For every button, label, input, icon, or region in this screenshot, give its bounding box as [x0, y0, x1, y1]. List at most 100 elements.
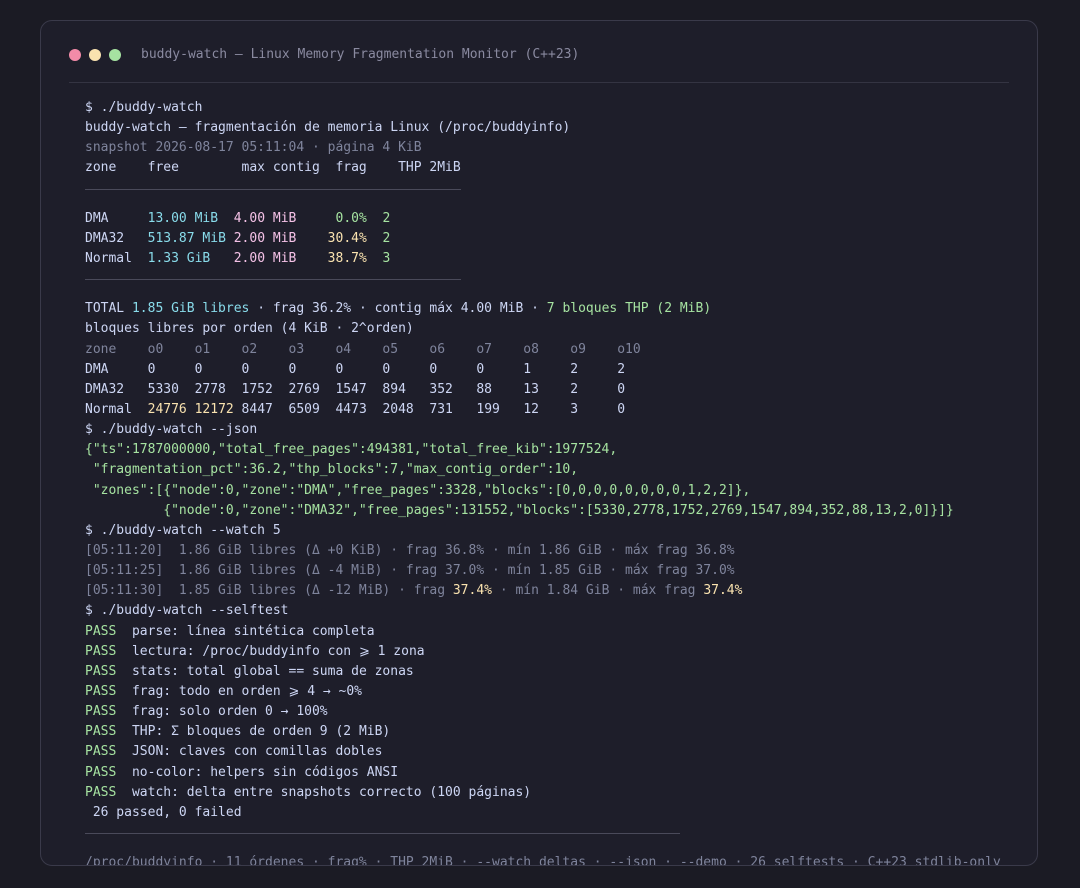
terminal-text: watch: delta entre snapshots correcto (1…: [116, 784, 532, 800]
terminal-text: $ ./buddy-watch --watch 5: [85, 522, 281, 538]
terminal-line: {"node":0,"zone":"DMA32","free_pages":13…: [85, 501, 1015, 521]
terminal-line: DMA 13.00 MiB 4.00 MiB 0.0% 2: [85, 209, 1015, 229]
terminal-line: Normal 24776 12172 8447 6509 4473 2048 7…: [85, 400, 1015, 420]
terminal-line: $ ./buddy-watch --json: [85, 420, 1015, 440]
terminal-text: JSON: claves con comillas dobles: [116, 744, 383, 760]
terminal-text: 2: [366, 210, 391, 226]
terminal-text: Normal: [85, 250, 148, 266]
terminal-line: "zones":[{"node":0,"zone":"DMA","free_pa…: [85, 481, 1015, 501]
terminal-text: {"node":0,"zone":"DMA32","free_pages":13…: [85, 502, 954, 518]
window-title: buddy-watch — Linux Memory Fragmentation…: [141, 47, 580, 62]
terminal-text: DMA: [85, 210, 148, 226]
terminal-text: "fragmentation_pct":36.2,"thp_blocks":7,…: [85, 462, 579, 478]
terminal-line: {"ts":1787000000,"total_free_pages":4943…: [85, 440, 1015, 460]
terminal-line: DMA 0 0 0 0 0 0 0 0 1 2 2: [85, 360, 1015, 380]
terminal-line: TOTAL 1.85 GiB libres · frag 36.2% · con…: [85, 299, 1015, 319]
terminal-text: stats: total global == suma de zonas: [116, 663, 414, 679]
terminal-text: TOTAL: [85, 301, 132, 317]
terminal-line: zone o0 o1 o2 o3 o4 o5 o6 o7 o8 o9 o10: [85, 340, 1015, 360]
terminal-text: [05:11:30] 1.85 GiB libres (Δ -12 MiB) ·…: [85, 583, 453, 599]
terminal-text: frag: solo orden 0 → 100%: [116, 704, 328, 720]
terminal-text: 13.00 MiB: [147, 210, 219, 226]
terminal-line: /proc/buddyinfo · 11 órdenes · frag% · T…: [85, 853, 1015, 866]
terminal-text: 38.7%: [327, 250, 367, 266]
separator-rule: [85, 279, 1015, 299]
terminal-text: PASS: [85, 704, 117, 720]
terminal-text: zone free max contig frag THP 2MiB: [85, 160, 461, 176]
terminal-line: Normal 1.33 GiB 2.00 MiB 38.7% 3: [85, 249, 1015, 269]
terminal-text: · mín 1.84 GiB · máx frag: [492, 583, 704, 599]
terminal-text: zone o0 o1 o2 o3 o4 o5 o6 o7 o8 o9 o10: [85, 341, 641, 357]
terminal-text: 2: [366, 230, 391, 246]
terminal-text: PASS: [85, 683, 117, 699]
terminal-text: PASS: [85, 643, 117, 659]
terminal-line: $ ./buddy-watch --selftest: [85, 601, 1015, 621]
terminal-text: 12172: [194, 401, 234, 417]
terminal-text: "zones":[{"node":0,"zone":"DMA","free_pa…: [85, 482, 751, 498]
divider: [85, 279, 461, 281]
terminal-text: PASS: [85, 663, 117, 679]
terminal-line: PASS stats: total global == suma de zona…: [85, 662, 1015, 682]
terminal-line: PASS lectura: /proc/buddyinfo con ⩾ 1 zo…: [85, 642, 1015, 662]
terminal-text: 37.4%: [703, 583, 743, 599]
terminal-line: PASS THP: Σ bloques de orden 9 (2 MiB): [85, 722, 1015, 742]
terminal-line: DMA32 513.87 MiB 2.00 MiB 30.4% 2: [85, 229, 1015, 249]
terminal-text: PASS: [85, 623, 117, 639]
terminal-line: 26 passed, 0 failed: [85, 803, 1015, 823]
terminal-line: PASS watch: delta entre snapshots correc…: [85, 783, 1015, 803]
terminal-text: $ ./buddy-watch --json: [85, 422, 258, 438]
terminal-text: [05:11:25] 1.86 GiB libres (Δ -4 MiB) · …: [85, 563, 735, 579]
terminal-text: DMA32: [85, 230, 148, 246]
separator-rule: [85, 832, 1015, 853]
terminal-text: 1.33 GiB: [147, 250, 211, 266]
separator-rule: [85, 188, 1015, 209]
terminal-text: 0.0%: [335, 210, 367, 226]
terminal-text: bloques libres por orden (4 KiB · 2^orde…: [85, 321, 414, 337]
terminal-text: buddy-watch — fragmentación de memoria L…: [85, 120, 571, 136]
terminal-line: zone free max contig frag THP 2MiB: [85, 158, 1015, 178]
terminal-text: 2.00 MiB: [233, 230, 297, 246]
maximize-button[interactable]: [109, 49, 121, 61]
terminal-line: DMA32 5330 2778 1752 2769 1547 894 352 8…: [85, 380, 1015, 400]
terminal-window: buddy-watch — Linux Memory Fragmentation…: [40, 20, 1038, 866]
terminal-text: parse: línea sintética completa: [116, 623, 375, 639]
terminal-text: [05:11:20] 1.86 GiB libres (Δ +0 KiB) · …: [85, 542, 735, 558]
terminal-line: $ ./buddy-watch --watch 5: [85, 521, 1015, 541]
terminal-line: [05:11:20] 1.86 GiB libres (Δ +0 KiB) · …: [85, 541, 1015, 561]
terminal-text: lectura: /proc/buddyinfo con ⩾ 1 zona: [116, 643, 425, 659]
divider: [85, 832, 680, 834]
terminal-text: {"ts":1787000000,"total_free_pages":4943…: [85, 442, 618, 458]
terminal-text: frag: todo en orden ⩾ 4 → ~0%: [116, 683, 363, 699]
terminal-text: THP: Σ bloques de orden 9 (2 MiB): [116, 724, 391, 740]
close-button[interactable]: [69, 49, 81, 61]
terminal-text: 37.4%: [452, 583, 492, 599]
terminal-text: 1.85 GiB libres: [131, 301, 250, 317]
terminal-text: DMA32 5330 2778 1752 2769 1547 894 352 8…: [85, 381, 626, 397]
terminal-text: /proc/buddyinfo · 11 órdenes · frag% · T…: [85, 855, 1001, 866]
terminal-line: PASS frag: solo orden 0 → 100%: [85, 702, 1015, 722]
terminal-text: 4.00 MiB: [233, 210, 297, 226]
terminal-text: PASS: [85, 784, 117, 800]
terminal-line: [05:11:25] 1.86 GiB libres (Δ -4 MiB) · …: [85, 561, 1015, 581]
terminal-text: · frag 36.2% · contig máx 4.00 MiB ·: [249, 301, 547, 317]
title-bar: buddy-watch — Linux Memory Fragmentation…: [69, 21, 1009, 83]
terminal-line: $ ./buddy-watch: [85, 98, 1015, 118]
terminal-text: 513.87 MiB: [147, 230, 226, 246]
terminal-line: snapshot 2026-08-17 05:11:04 · página 4 …: [85, 138, 1015, 158]
terminal-line: bloques libres por orden (4 KiB · 2^orde…: [85, 319, 1015, 339]
minimize-button[interactable]: [89, 49, 101, 61]
terminal-line: PASS frag: todo en orden ⩾ 4 → ~0%: [85, 682, 1015, 702]
terminal-text: 7 bloques THP (2 MiB): [546, 301, 712, 317]
terminal-line: PASS parse: línea sintética completa: [85, 622, 1015, 642]
terminal-line: PASS JSON: claves con comillas dobles: [85, 742, 1015, 762]
terminal-line: PASS no-color: helpers sin códigos ANSI: [85, 763, 1015, 783]
terminal-text: 24776: [147, 401, 187, 417]
terminal-output[interactable]: $ ./buddy-watch buddy-watch — fragmentaci…: [85, 98, 1015, 866]
terminal-text: 26 passed, 0 failed: [85, 804, 242, 820]
